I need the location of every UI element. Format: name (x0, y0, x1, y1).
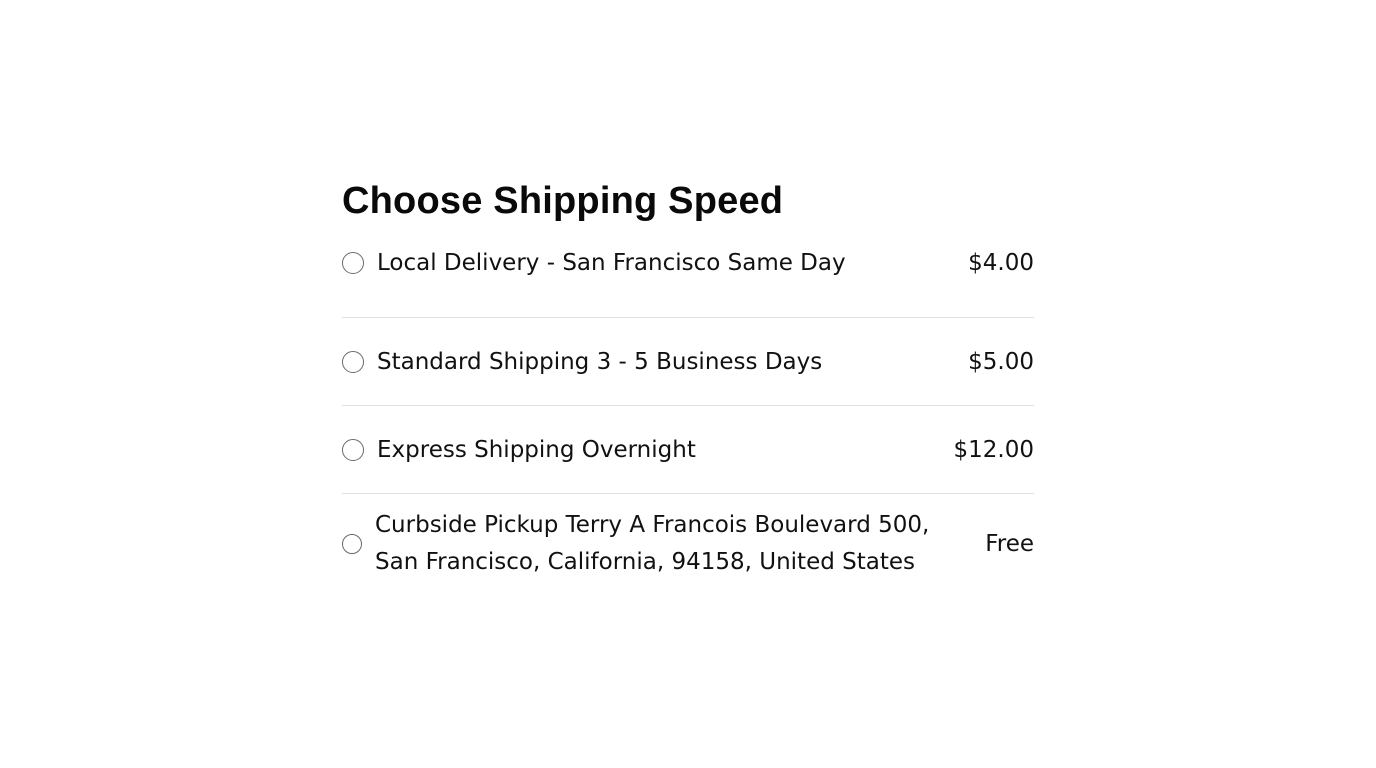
shipping-option-standard[interactable]: Standard Shipping 3 - 5 Business Days $5… (342, 318, 1034, 406)
shipping-options-list: Local Delivery - San Francisco Same Day … (342, 244, 1034, 594)
option-price: $4.00 (968, 250, 1034, 276)
shipping-option-curbside-pickup[interactable]: Curbside Pickup Terry A Francois Bouleva… (342, 494, 1034, 594)
shipping-speed-panel: Choose Shipping Speed Local Delivery - S… (342, 178, 1034, 594)
option-label-group: Express Shipping Overnight (342, 435, 696, 465)
shipping-option-express[interactable]: Express Shipping Overnight $12.00 (342, 406, 1034, 494)
option-price: $5.00 (968, 348, 1034, 375)
option-label-group: Local Delivery - San Francisco Same Day (342, 248, 846, 278)
option-label: Standard Shipping 3 - 5 Business Days (377, 348, 823, 375)
shipping-option-local-delivery[interactable]: Local Delivery - San Francisco Same Day … (342, 244, 1034, 318)
radio-button[interactable] (342, 534, 362, 554)
option-label: Curbside Pickup Terry A Francois Bouleva… (375, 512, 930, 575)
radio-button[interactable] (342, 252, 364, 274)
radio-button[interactable] (342, 350, 364, 373)
option-price: Free (985, 531, 1034, 557)
option-price: $12.00 (953, 436, 1034, 463)
option-label-group: Standard Shipping 3 - 5 Business Days (342, 347, 822, 377)
option-label-group: Curbside Pickup Terry A Francois Bouleva… (342, 507, 965, 581)
radio-button[interactable] (342, 438, 364, 461)
option-label: Express Shipping Overnight (377, 436, 696, 463)
page-title: Choose Shipping Speed (342, 180, 784, 222)
option-label: Local Delivery - San Francisco Same Day (377, 250, 846, 276)
